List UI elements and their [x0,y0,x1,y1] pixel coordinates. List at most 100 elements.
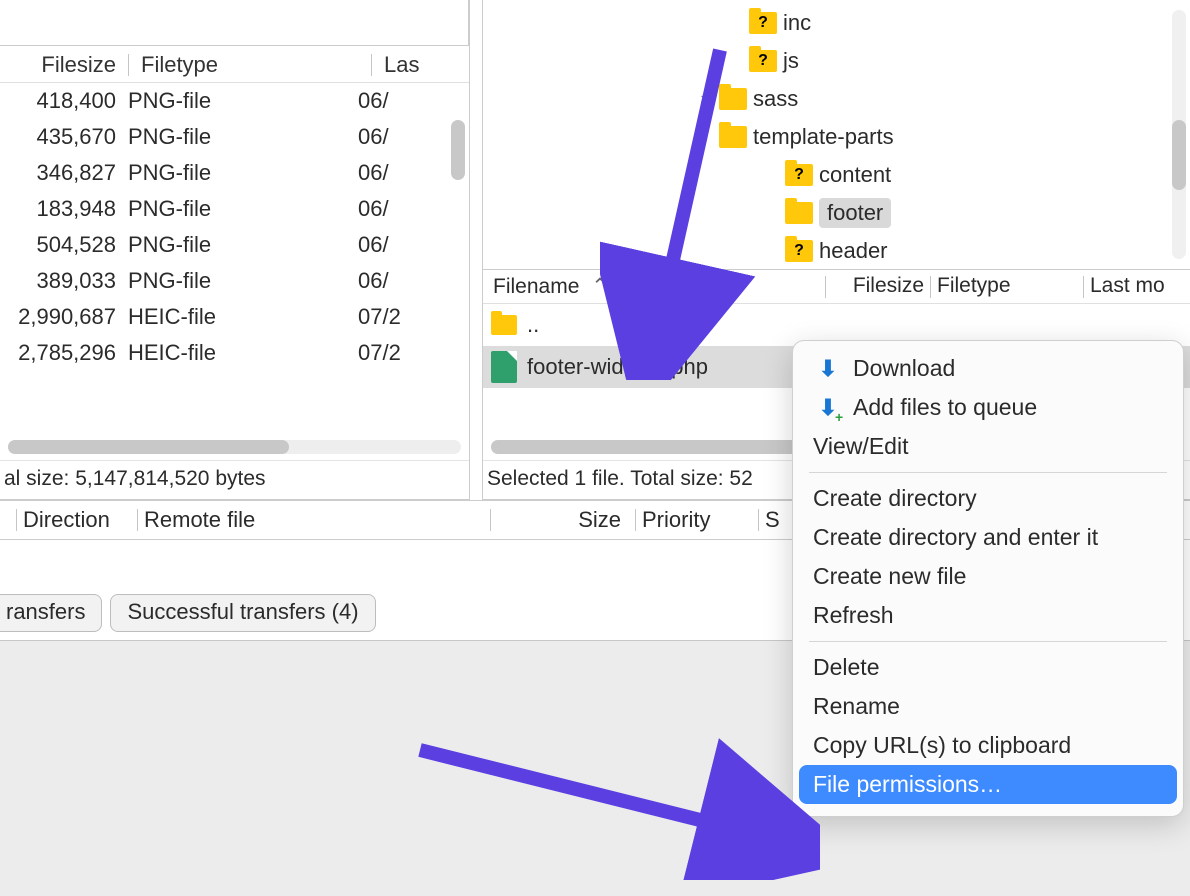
ctx-create-directory[interactable]: Create directory [799,479,1177,518]
local-file-row[interactable]: 2,785,296HEIC-file07/2 [0,335,469,371]
cell-lastmod: 07/2 [352,299,469,335]
local-file-row[interactable]: 346,827PNG-file06/ [0,155,469,191]
tree-node[interactable]: header [483,232,1190,270]
local-file-pane: Filesize Filetype Las 418,400PNG-file06/… [0,0,470,500]
local-file-row[interactable]: 435,670PNG-file06/ [0,119,469,155]
local-tree-placeholder [0,0,469,46]
local-column-headers[interactable]: Filesize Filetype Las [0,52,469,83]
folder-icon [749,50,777,72]
ctx-delete[interactable]: Delete [799,648,1177,687]
remote-file-name: footer-widgets.php [527,354,708,380]
col-direction[interactable]: Direction [23,507,131,533]
tree-node[interactable]: js [483,42,1190,80]
col-lastmod[interactable]: Las [378,52,469,78]
local-file-list[interactable]: 418,400PNG-file06/435,670PNG-file06/346,… [0,83,469,434]
col-priority[interactable]: Priority [642,507,752,533]
remote-hscroll-thumb[interactable] [491,440,802,454]
col-r-lastmod[interactable]: Last mo [1090,274,1184,299]
cell-filesize: 183,948 [0,191,122,227]
cell-filetype: PNG-file [122,227,352,263]
col-size[interactable]: Size [497,507,629,533]
download-arrow-icon: ⬇ [819,356,837,382]
col-remote-file[interactable]: Remote file [144,507,484,533]
tree-node-label: template-parts [753,124,894,150]
col-r-filesize[interactable]: Filesize [832,274,924,299]
cell-filetype: PNG-file [122,155,352,191]
download-plus-icon: ⬇ [819,395,837,421]
tree-node[interactable]: ⌄ template-parts [483,118,1190,156]
tree-node-label: header [819,238,888,264]
ctx-file-permissions[interactable]: File permissions… [799,765,1177,804]
context-menu: ⬇ Download ⬇ Add files to queue View/Edi… [792,340,1184,817]
ctx-add-to-queue[interactable]: ⬇ Add files to queue [799,388,1177,427]
tree-node[interactable]: footer [483,194,1190,232]
tree-node[interactable]: inc [483,4,1190,42]
sort-asc-icon: ⌃ [591,275,609,298]
folder-icon [719,126,747,148]
local-file-row[interactable]: 2,990,687HEIC-file07/2 [0,299,469,335]
cell-filesize: 418,400 [0,83,122,119]
ctx-copy-url[interactable]: Copy URL(s) to clipboard [799,726,1177,765]
folder-icon [749,12,777,34]
local-vscroll-thumb[interactable] [451,120,465,180]
remote-directory-tree[interactable]: inc js › sass ⌄ template-parts content footer he… [483,0,1190,270]
php-file-icon [491,351,517,383]
tree-node-label: js [783,48,799,74]
cell-filesize: 435,670 [0,119,122,155]
tab-failed-transfers[interactable]: ransfers [0,594,102,632]
remote-tree-vscroll[interactable] [1172,10,1186,259]
parent-dir-label: .. [527,312,539,338]
cell-filetype: HEIC-file [122,335,352,371]
ctx-refresh[interactable]: Refresh [799,596,1177,635]
cell-filetype: PNG-file [122,119,352,155]
ctx-create-file[interactable]: Create new file [799,557,1177,596]
cell-lastmod: 06/ [352,83,469,119]
cell-filesize: 2,990,687 [0,299,122,335]
local-file-row[interactable]: 504,528PNG-file06/ [0,227,469,263]
col-status[interactable]: S [765,507,780,533]
ctx-separator [809,472,1167,473]
expander-icon[interactable]: › [693,89,713,109]
ctx-create-directory-enter[interactable]: Create directory and enter it [799,518,1177,557]
tree-node-label: sass [753,86,798,112]
ctx-view-edit[interactable]: View/Edit [799,427,1177,466]
tree-node[interactable]: › sass [483,80,1190,118]
cell-filesize: 504,528 [0,227,122,263]
col-r-filetype[interactable]: Filetype [937,274,1077,299]
tree-node[interactable]: content [483,156,1190,194]
ctx-rename[interactable]: Rename [799,687,1177,726]
local-hscroll[interactable] [8,440,461,454]
local-hscroll-thumb[interactable] [8,440,289,454]
cell-lastmod: 06/ [352,191,469,227]
local-status: al size: 5,147,814,520 bytes [0,460,469,499]
local-file-row[interactable]: 183,948PNG-file06/ [0,191,469,227]
tree-node-label: content [819,162,891,188]
col-filename[interactable]: Filename ⌃ [489,274,819,299]
cell-lastmod: 07/2 [352,335,469,371]
tree-node-label: inc [783,10,811,36]
col-filetype[interactable]: Filetype [135,52,365,78]
cell-lastmod: 06/ [352,227,469,263]
cell-lastmod: 06/ [352,263,469,299]
cell-filesize: 346,827 [0,155,122,191]
cell-filetype: PNG-file [122,83,352,119]
remote-column-headers[interactable]: Filename ⌃ Filesize Filetype Last mo [483,270,1190,304]
cell-filetype: PNG-file [122,191,352,227]
tree-node-label: footer [819,198,891,228]
folder-icon [785,202,813,224]
folder-icon [491,315,517,335]
remote-tree-vscroll-thumb[interactable] [1172,120,1186,190]
local-file-row[interactable]: 418,400PNG-file06/ [0,83,469,119]
expander-icon[interactable]: ⌄ [693,127,713,147]
cell-filesize: 2,785,296 [0,335,122,371]
ctx-download[interactable]: ⬇ Download [799,349,1177,388]
folder-icon [785,240,813,262]
local-file-row[interactable]: 389,033PNG-file06/ [0,263,469,299]
cell-filetype: HEIC-file [122,299,352,335]
cell-filetype: PNG-file [122,263,352,299]
tab-successful-transfers[interactable]: Successful transfers (4) [110,594,375,632]
col-filesize[interactable]: Filesize [0,52,122,78]
folder-icon [719,88,747,110]
ctx-separator [809,641,1167,642]
folder-icon [785,164,813,186]
